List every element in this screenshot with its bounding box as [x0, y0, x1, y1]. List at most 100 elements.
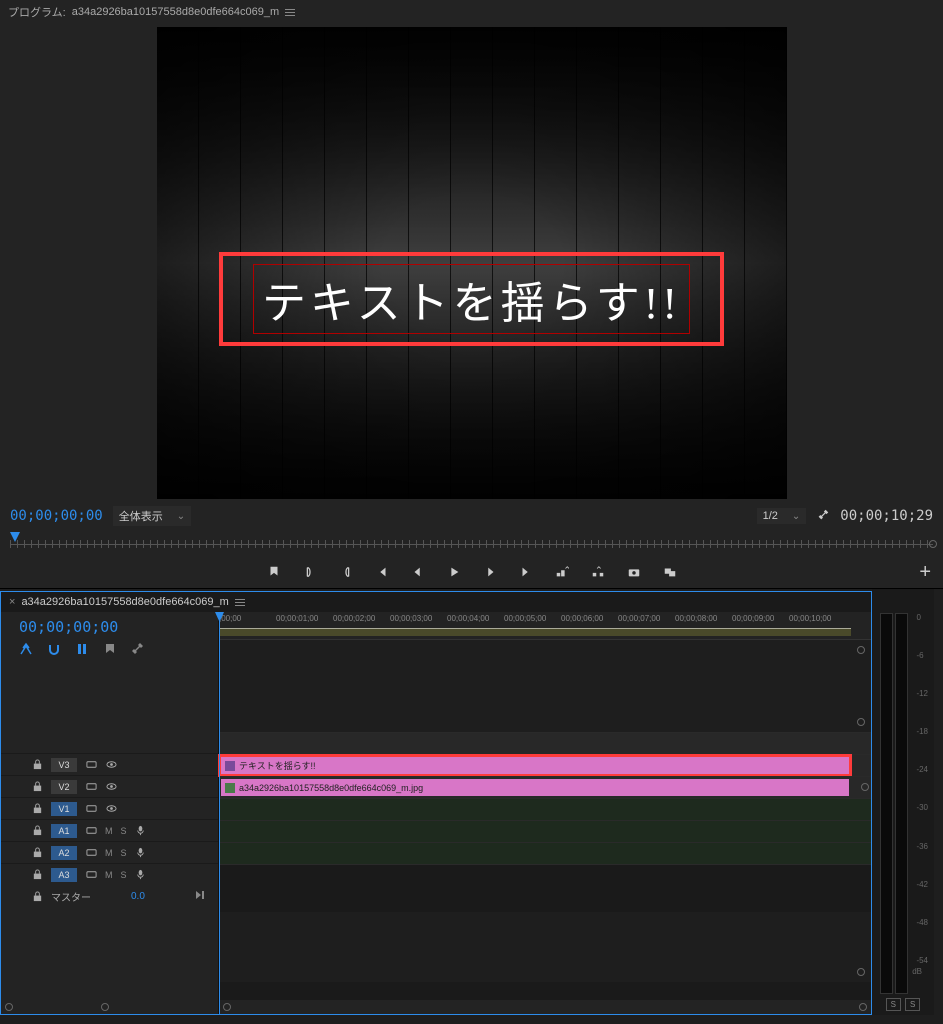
master-value[interactable]: 0.0: [131, 891, 145, 902]
track-header-a1[interactable]: A1 M S: [1, 819, 218, 841]
track-label[interactable]: V3: [51, 758, 77, 772]
lift-icon[interactable]: [554, 564, 570, 580]
sync-lock-icon[interactable]: [85, 825, 97, 837]
lock-icon[interactable]: [31, 781, 43, 793]
track-header-v2[interactable]: V2: [1, 775, 218, 797]
timeline-sequence-name[interactable]: a34a2926ba10157558d8e0dfe664c069_m: [21, 596, 228, 608]
sync-lock-icon[interactable]: [85, 781, 97, 793]
track-label[interactable]: A1: [51, 824, 77, 838]
eye-icon[interactable]: [105, 759, 117, 771]
track-label[interactable]: A3: [51, 868, 77, 882]
sync-lock-icon[interactable]: [85, 759, 97, 771]
track-lane-a1[interactable]: [219, 798, 871, 820]
scroll-handle[interactable]: [861, 783, 869, 791]
scroll-handle[interactable]: [857, 718, 865, 726]
scroll-handle[interactable]: [857, 646, 865, 654]
snap-icon[interactable]: [47, 642, 61, 656]
scroll-handle[interactable]: [223, 1003, 231, 1011]
track-lane-a2[interactable]: [219, 820, 871, 842]
track-lane-v2[interactable]: テキストを揺らす!!: [219, 754, 871, 776]
eye-icon[interactable]: [105, 803, 117, 815]
lock-icon[interactable]: [31, 825, 43, 837]
track-header-a2[interactable]: A2 M S: [1, 841, 218, 863]
program-controls-row: 00;00;00;00 全体表示 1/2 00;00;10;29: [0, 502, 943, 530]
lock-icon[interactable]: [31, 803, 43, 815]
track-label[interactable]: A2: [51, 846, 77, 860]
solo-button[interactable]: S: [121, 826, 127, 836]
scroll-handle[interactable]: [5, 1003, 13, 1011]
mute-button[interactable]: M: [105, 826, 113, 836]
timeline-horizontal-scroll[interactable]: [219, 1000, 871, 1014]
mark-out-icon[interactable]: [338, 564, 354, 580]
scroll-handle[interactable]: [857, 968, 865, 976]
clip-text[interactable]: テキストを揺らす!!: [221, 757, 849, 774]
meter-bar-right: [895, 613, 908, 994]
solo-right-button[interactable]: S: [905, 998, 920, 1011]
program-timecode-left[interactable]: 00;00;00;00: [10, 508, 103, 524]
marker-tool-icon[interactable]: [103, 642, 117, 656]
close-icon[interactable]: ×: [9, 596, 15, 608]
master-track-row[interactable]: マスター 0.0: [1, 885, 218, 907]
ruler-end-handle[interactable]: [929, 540, 937, 548]
track-header-a3[interactable]: A3 M S: [1, 863, 218, 885]
program-preview-area[interactable]: テキストを揺らす!!: [0, 24, 943, 502]
track-label[interactable]: V2: [51, 780, 77, 794]
insert-mode-icon[interactable]: [19, 642, 33, 656]
scroll-handle[interactable]: [101, 1003, 109, 1011]
lock-icon[interactable]: [31, 759, 43, 771]
snapshot-icon[interactable]: [626, 564, 642, 580]
track-lane-v1[interactable]: a34a2926ba10157558d8e0dfe664c069_m.jpg: [219, 776, 871, 798]
play-icon[interactable]: [446, 564, 462, 580]
mark-in-icon[interactable]: [302, 564, 318, 580]
export-frame-icon[interactable]: [662, 564, 678, 580]
track-label[interactable]: V1: [51, 802, 77, 816]
go-to-in-icon[interactable]: [374, 564, 390, 580]
mute-button[interactable]: M: [105, 848, 113, 858]
solo-button[interactable]: S: [121, 848, 127, 858]
settings-icon[interactable]: [816, 508, 830, 525]
resolution-select[interactable]: 1/2: [757, 508, 807, 524]
text-selection-box[interactable]: テキストを揺らす!!: [219, 252, 724, 346]
track-lane-master[interactable]: [219, 864, 871, 886]
meter-labels: 0 -6 -12 -18 -24 -30 -36 -42 -48 -54: [912, 613, 928, 994]
track-lane-v3[interactable]: [219, 732, 871, 754]
panel-menu-icon[interactable]: [235, 599, 245, 606]
voiceover-icon[interactable]: [135, 869, 147, 881]
timeline-tracks-area[interactable]: ;00;00 00;00;01;00 00;00;02;00 00;00;03;…: [219, 612, 871, 1014]
timeline-playhead[interactable]: [219, 612, 220, 1014]
sync-lock-icon[interactable]: [85, 803, 97, 815]
program-ruler[interactable]: [10, 532, 933, 556]
scroll-handle[interactable]: [859, 1003, 867, 1011]
eye-icon[interactable]: [105, 781, 117, 793]
timeline-timecode[interactable]: 00;00;00;00: [19, 618, 208, 636]
skip-end-icon[interactable]: [194, 889, 206, 904]
go-to-out-icon[interactable]: [518, 564, 534, 580]
preview-frame: テキストを揺らす!!: [157, 27, 787, 499]
solo-left-button[interactable]: S: [886, 998, 901, 1011]
voiceover-icon[interactable]: [135, 825, 147, 837]
marker-icon[interactable]: [266, 564, 282, 580]
step-forward-icon[interactable]: [482, 564, 498, 580]
sync-lock-icon[interactable]: [85, 847, 97, 859]
mute-button[interactable]: M: [105, 870, 113, 880]
timeline-ruler[interactable]: ;00;00 00;00;01;00 00;00;02;00 00;00;03;…: [219, 612, 871, 640]
solo-button[interactable]: S: [121, 870, 127, 880]
extract-icon[interactable]: [590, 564, 606, 580]
wrench-icon[interactable]: [131, 642, 145, 656]
zoom-select[interactable]: 全体表示: [113, 506, 191, 526]
track-header-v1[interactable]: V1: [1, 797, 218, 819]
linked-selection-icon[interactable]: [75, 642, 89, 656]
voiceover-icon[interactable]: [135, 847, 147, 859]
lock-icon[interactable]: [31, 847, 43, 859]
clip-image[interactable]: a34a2926ba10157558d8e0dfe664c069_m.jpg: [221, 779, 849, 796]
timeline-header: × a34a2926ba10157558d8e0dfe664c069_m: [1, 592, 871, 612]
step-back-icon[interactable]: [410, 564, 426, 580]
lock-icon[interactable]: [31, 890, 43, 902]
lock-icon[interactable]: [31, 869, 43, 881]
timeline-left-scroll[interactable]: [1, 1000, 218, 1014]
track-lane-a3[interactable]: [219, 842, 871, 864]
track-header-v3[interactable]: V3: [1, 753, 218, 775]
panel-menu-icon[interactable]: [285, 9, 295, 16]
sync-lock-icon[interactable]: [85, 869, 97, 881]
add-button-icon[interactable]: +: [919, 561, 931, 584]
